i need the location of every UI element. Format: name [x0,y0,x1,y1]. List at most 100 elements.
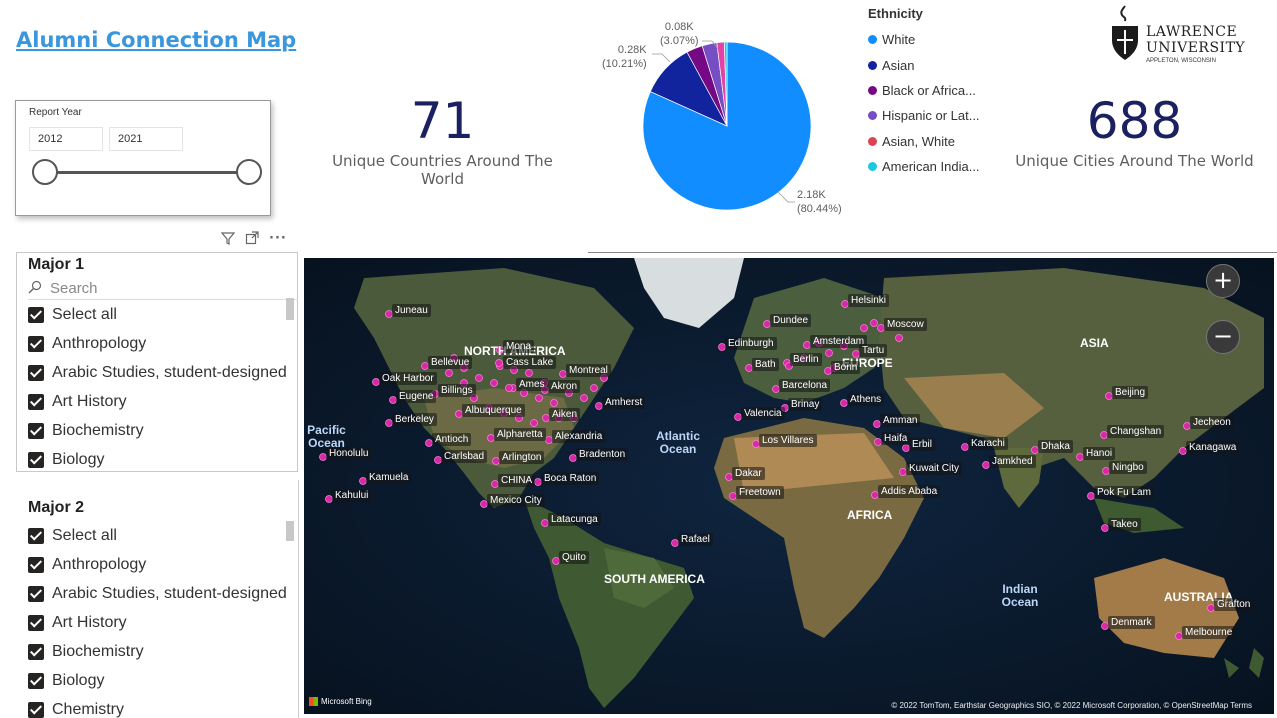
checkbox-checked-icon[interactable] [28,614,44,631]
city-label[interactable]: Arlington [499,451,545,464]
city-label[interactable]: Melbourne [1182,626,1236,639]
city-label[interactable]: Mona [503,340,535,353]
major2-item[interactable]: Art History [28,608,298,637]
year-from-input[interactable]: 2012 [29,127,103,151]
city-label[interactable]: Kanagawa [1186,441,1240,454]
legend-item[interactable]: White [868,27,980,52]
city-label[interactable]: Billings [438,384,476,397]
city-label[interactable]: Boca Raton [541,472,600,485]
checkbox-checked-icon[interactable] [28,701,44,718]
city-label[interactable]: Jamkhed [989,455,1036,468]
city-label[interactable]: Bradenton [576,448,629,461]
legend-item[interactable]: Hispanic or Lat... [868,103,980,128]
major2-scrollbar[interactable] [286,521,294,541]
city-label[interactable]: Bellevue [428,356,473,369]
city-label[interactable]: Kuwait City [906,462,963,475]
major1-scrollbar[interactable] [286,298,294,320]
checkbox-checked-icon[interactable] [28,306,44,323]
city-label[interactable]: Edinburgh [725,337,777,350]
city-label[interactable]: Mexico City [487,494,545,507]
legend-item[interactable]: Asian, White [868,129,980,154]
city-label[interactable]: Karachi [968,437,1008,450]
city-label[interactable]: Grafton [1214,598,1254,611]
major2-item[interactable]: Biology [28,666,298,695]
city-label[interactable]: Dhaka [1038,440,1073,453]
zoom-out-button[interactable]: − [1206,320,1240,354]
city-label[interactable]: Valencia [741,407,785,420]
major2-item[interactable]: Arabic Studies, student-designed [28,579,298,608]
city-label[interactable]: Bonn [831,361,861,374]
city-label[interactable]: Carlsbad [441,450,488,463]
city-label[interactable]: Moscow [884,318,927,331]
year-to-input[interactable]: 2021 [109,127,183,151]
year-end-handle[interactable] [236,159,262,185]
focus-mode-icon[interactable] [245,231,259,249]
major2-item[interactable]: Chemistry [28,695,298,718]
alumni-point[interactable] [580,394,588,402]
alumni-point[interactable] [445,369,453,377]
alumni-point[interactable] [505,384,513,392]
legend-item[interactable]: Asian [868,52,980,77]
city-label[interactable]: Erbil [909,438,936,451]
city-label[interactable]: Takeo [1108,518,1141,531]
legend-item[interactable]: American India... [868,154,980,179]
major1-item[interactable]: Arabic Studies, student-designed [28,358,298,387]
city-label[interactable]: Addis Ababa [878,485,941,498]
city-label[interactable]: Berlin [790,353,822,366]
city-label[interactable]: Dakar [732,467,765,480]
city-label[interactable]: Los Villares [759,434,817,447]
alumni-point[interactable] [495,359,503,367]
major1-item[interactable]: Biochemistry [28,416,298,445]
major1-item[interactable]: Art History [28,387,298,416]
zoom-in-button[interactable]: + [1206,264,1240,298]
year-range-track[interactable] [46,171,246,174]
city-label[interactable]: Eugene [396,390,437,403]
city-label[interactable]: Brinay [788,398,823,411]
city-label[interactable]: Albuquerque [462,404,525,417]
checkbox-checked-icon[interactable] [28,451,44,468]
alumni-point[interactable] [590,384,598,392]
major1-item[interactable]: Select all [28,300,298,329]
alumni-point[interactable] [895,334,903,342]
checkbox-checked-icon[interactable] [28,643,44,660]
year-start-handle[interactable] [32,159,58,185]
alumni-point[interactable] [530,419,538,427]
alumni-point[interactable] [535,394,543,402]
city-label[interactable]: Barcelona [779,379,831,392]
major2-item[interactable]: Biochemistry [28,637,298,666]
alumni-point[interactable] [525,369,533,377]
legend-item[interactable]: Black or Africa... [868,78,980,103]
checkbox-checked-icon[interactable] [28,422,44,439]
city-label[interactable]: Cass Lake [503,356,557,369]
alumni-point[interactable] [870,319,878,327]
city-label[interactable]: Oak Harbor [379,372,437,385]
city-label[interactable]: Akron [548,380,581,393]
city-label[interactable]: Amman [880,414,921,427]
city-label[interactable]: Denmark [1108,616,1155,629]
city-label[interactable]: Honolulu [326,447,372,460]
city-label[interactable]: Tartu [859,344,888,357]
city-label[interactable]: Rafael [678,533,713,546]
city-label[interactable]: Aiken [549,408,581,421]
city-label[interactable]: Dundee [770,314,812,327]
alumni-point[interactable] [825,349,833,357]
city-label[interactable]: Amherst [602,396,646,409]
city-label[interactable]: Latacunga [548,513,601,526]
city-label[interactable]: Ningbo [1109,461,1147,474]
alumni-point[interactable] [550,399,558,407]
alumni-point[interactable] [490,379,498,387]
alumni-point[interactable] [860,324,868,332]
major1-search[interactable]: Search [28,278,298,300]
checkbox-checked-icon[interactable] [28,672,44,689]
filter-icon[interactable] [220,231,236,249]
city-label[interactable]: Juneau [392,304,431,317]
alumni-map[interactable]: NORTH AMERICA EUROPE ASIA AFRICA SOUTH A… [304,258,1274,714]
city-label[interactable]: Kahului [332,489,372,502]
city-label[interactable]: Antioch [432,433,472,446]
city-label[interactable]: Pok Fu Lam [1094,486,1154,499]
major1-item[interactable]: Anthropology [28,329,298,358]
major2-item[interactable]: Select all [28,521,298,550]
city-label[interactable]: Jecheon [1190,416,1234,429]
city-label[interactable]: Montreal [566,364,611,377]
city-label[interactable]: Beijing [1112,386,1149,399]
